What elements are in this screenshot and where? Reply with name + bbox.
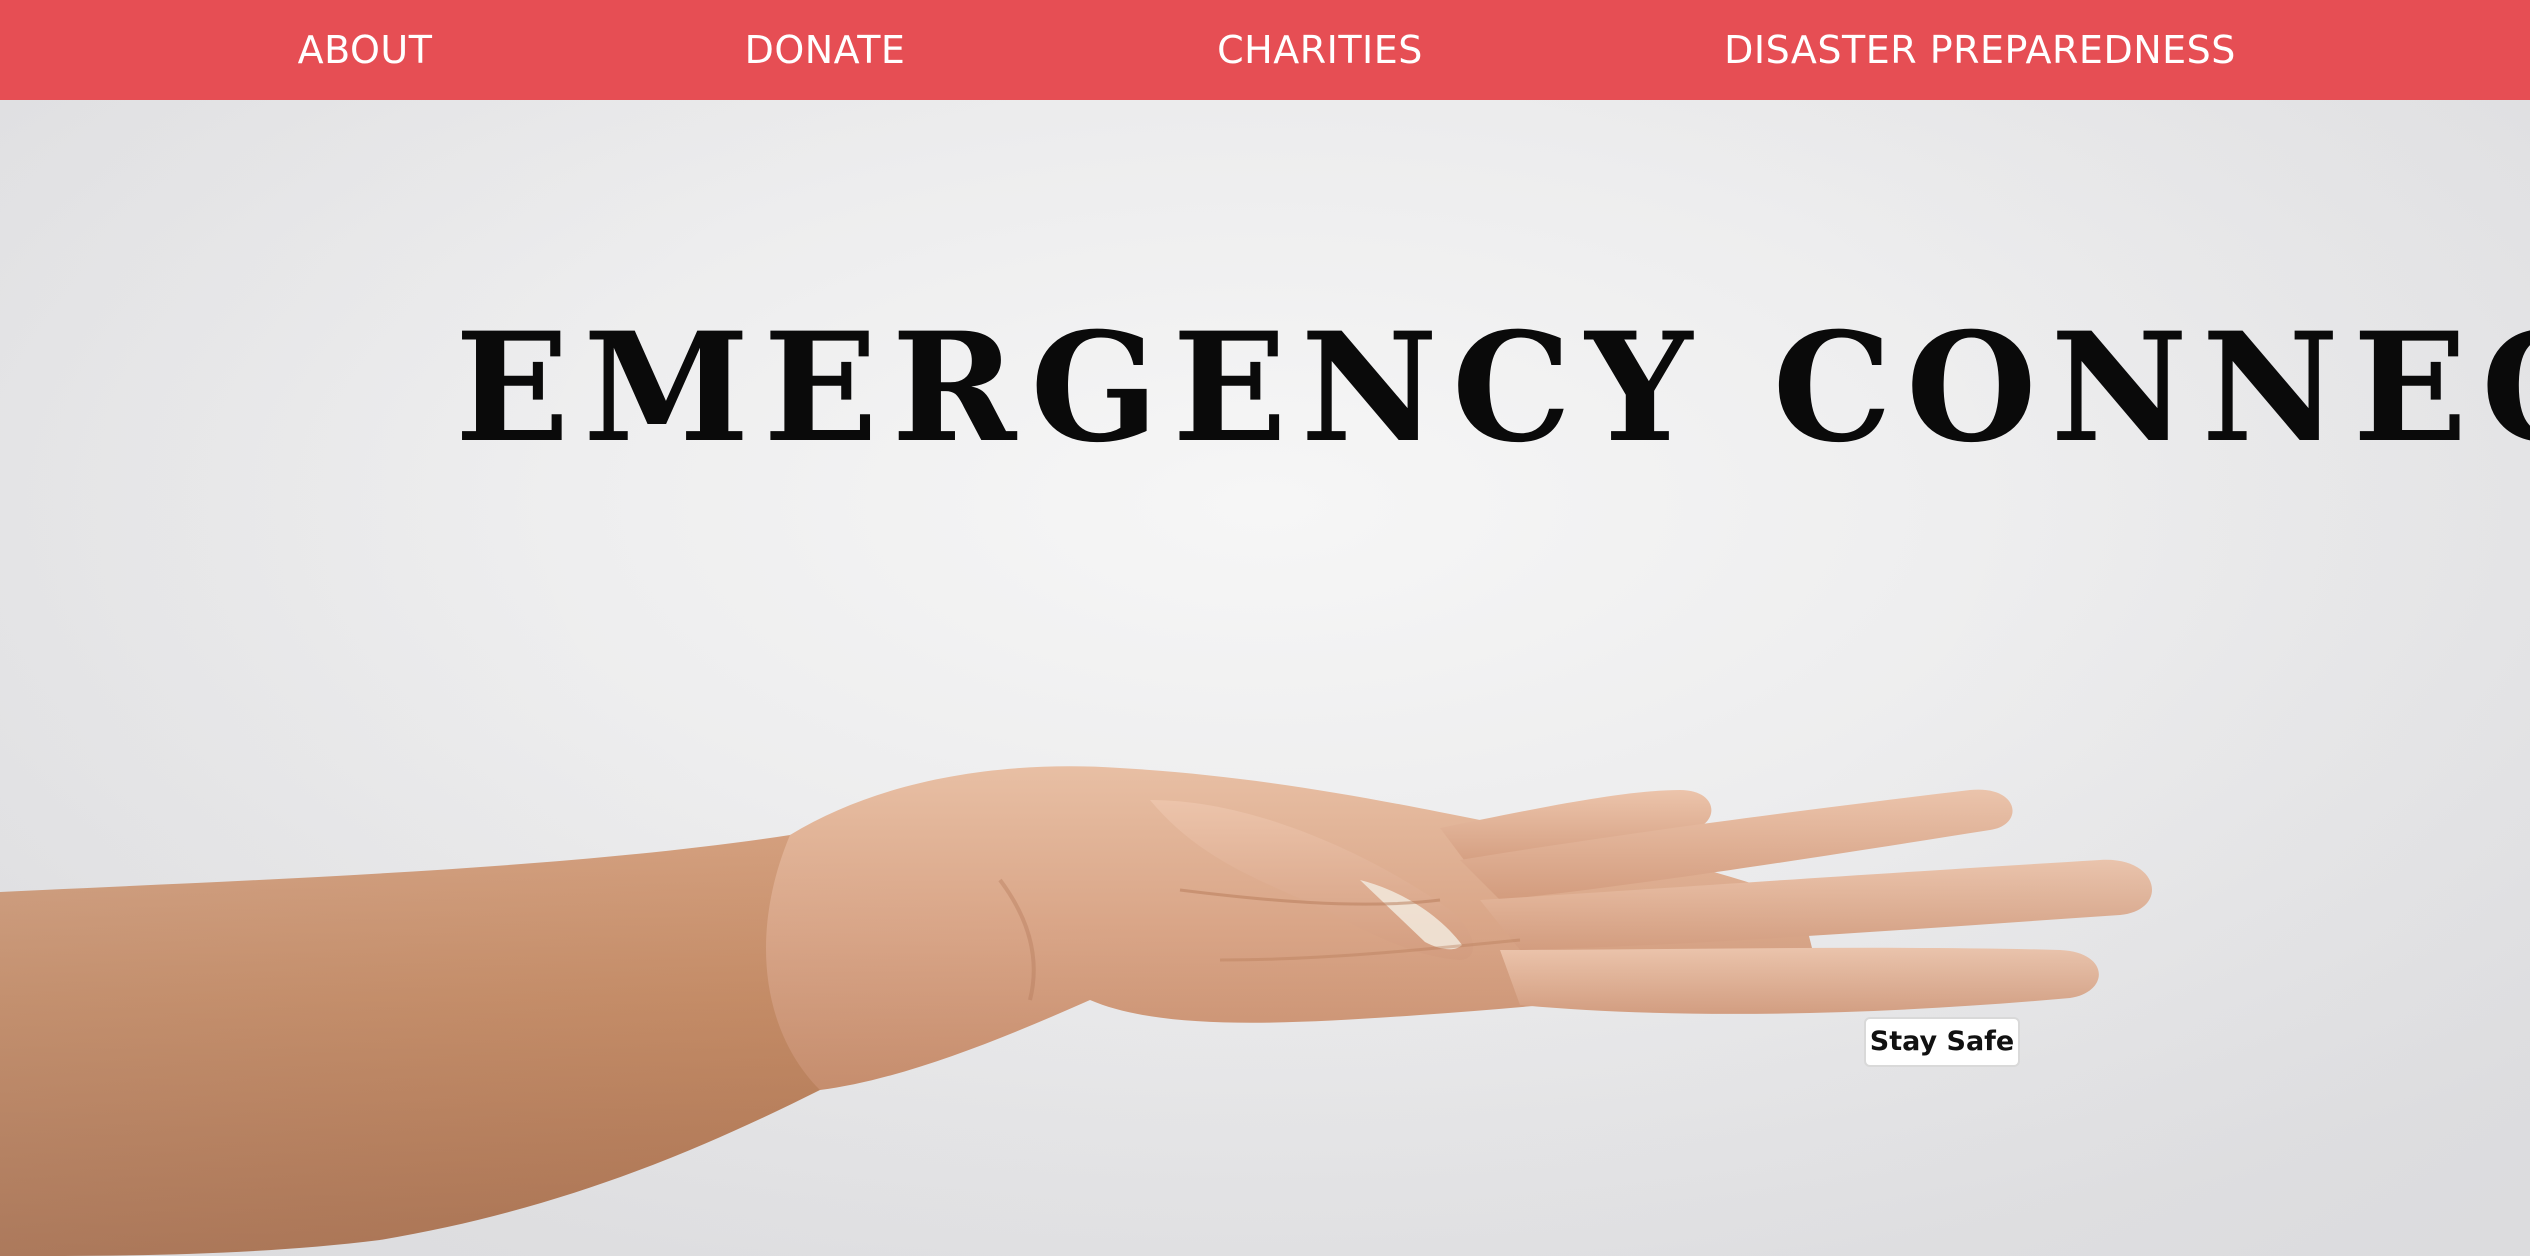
nav-link-disaster-preparedness[interactable]: DISASTER PREPAREDNESS (1700, 0, 2260, 100)
top-navbar: ABOUT DONATE CHARITIES DISASTER PREPARED… (0, 0, 2530, 100)
hero-title: EMERGENCY CONNECT (455, 300, 2530, 476)
nav-link-donate[interactable]: DONATE (700, 0, 950, 100)
page: ABOUT DONATE CHARITIES DISASTER PREPARED… (0, 0, 2530, 1256)
hero-section (0, 100, 2530, 1256)
nav-link-charities[interactable]: CHARITIES (1180, 0, 1460, 100)
nav-link-about[interactable]: ABOUT (230, 0, 500, 100)
hero-hand-photo (0, 100, 2530, 1256)
stay-safe-button[interactable]: Stay Safe (1864, 1017, 2020, 1067)
